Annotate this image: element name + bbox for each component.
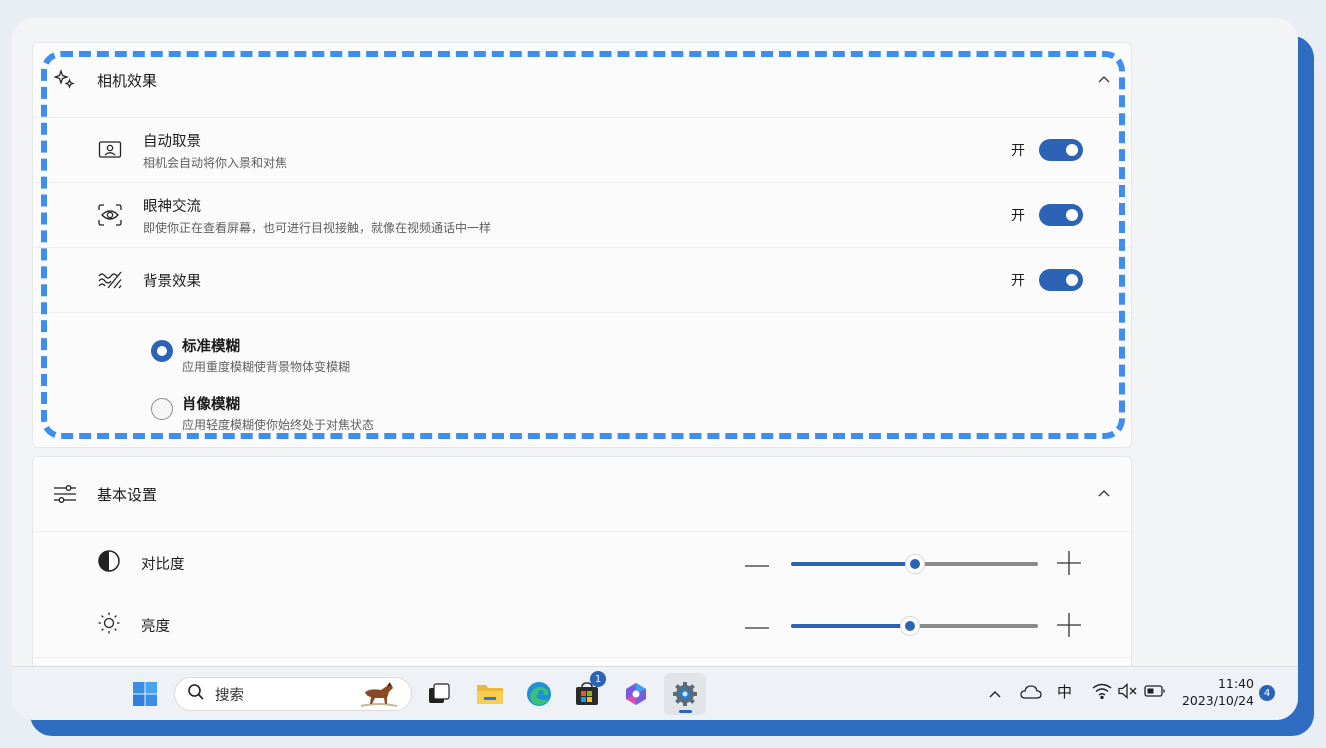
background-effects-toggle[interactable]: [1039, 269, 1083, 291]
task-view-icon[interactable]: [424, 679, 454, 709]
notification-badge[interactable]: 4: [1259, 685, 1275, 701]
plus-icon[interactable]: [1057, 551, 1081, 575]
background-effects-row: 背景效果 开: [33, 247, 1131, 312]
auto-framing-row: 自动取景 相机会自动将你入景和对焦 开: [33, 117, 1131, 182]
contrast-slider[interactable]: [791, 554, 1038, 574]
onedrive-cloud-icon[interactable]: [1020, 685, 1042, 703]
search-placeholder: 搜索: [215, 687, 244, 704]
edge-icon[interactable]: [524, 679, 554, 709]
file-explorer-icon[interactable]: [475, 679, 505, 709]
search-icon: [187, 683, 205, 705]
wifi-icon[interactable]: [1092, 683, 1112, 703]
minus-icon[interactable]: [745, 616, 769, 640]
contrast-row: 对比度: [33, 532, 1131, 594]
brightness-slider[interactable]: [791, 616, 1038, 636]
store-badge: 1: [590, 671, 606, 687]
standard-blur-option[interactable]: 标准模糊 应用重度模糊使背景物体变模糊: [151, 335, 350, 375]
contrast-slider-thumb[interactable]: [904, 554, 925, 574]
contrast-slider-fill: [791, 562, 915, 566]
eye-contact-state-label: 开: [1011, 208, 1025, 224]
settings-window: 相机效果 自动取景 相机会自动将你入景和对焦 开 眼神交流 即使你正在查看屏幕，…: [12, 18, 1298, 720]
standard-blur-title: 标准模糊: [182, 339, 240, 355]
brightness-icon: [97, 611, 121, 639]
portrait-blur-title: 肖像模糊: [182, 397, 240, 413]
eye-contact-title: 眼神交流: [143, 198, 201, 215]
copilot-icon[interactable]: [621, 679, 651, 709]
battery-icon[interactable]: [1144, 684, 1166, 702]
brightness-slider-fill: [791, 624, 910, 628]
basic-settings-title: 基本设置: [97, 485, 158, 504]
standard-blur-radio[interactable]: [151, 340, 173, 362]
brightness-slider-thumb[interactable]: [899, 616, 920, 636]
volume-muted-icon[interactable]: [1118, 683, 1138, 703]
portrait-blur-radio[interactable]: [151, 398, 173, 420]
minus-icon[interactable]: [745, 554, 769, 578]
brightness-row: 亮度: [33, 594, 1131, 656]
horse-icon: [357, 680, 401, 714]
camera-effects-title: 相机效果: [97, 71, 158, 90]
basic-settings-header[interactable]: 基本设置: [33, 457, 1131, 531]
auto-framing-title: 自动取景: [143, 133, 201, 150]
eye-contact-subtitle: 即使你正在查看屏幕，也可进行目视接触，就像在视频通话中一样: [143, 220, 492, 235]
portrait-blur-subtitle: 应用轻度模糊使你始终处于对焦状态: [182, 418, 375, 432]
windows-start-icon[interactable]: [130, 679, 160, 709]
auto-framing-subtitle: 相机会自动将你入景和对焦: [143, 155, 288, 170]
clock-time: 11:40: [1217, 676, 1254, 691]
background-effects-state-label: 开: [1011, 273, 1025, 289]
portrait-blur-option[interactable]: 肖像模糊 应用轻度模糊使你始终处于对焦状态: [151, 393, 374, 433]
background-effects-title: 背景效果: [143, 273, 201, 290]
auto-framing-toggle[interactable]: [1039, 139, 1083, 161]
background-effects-icon: [97, 267, 123, 293]
brightness-label: 亮度: [141, 618, 170, 635]
standard-blur-subtitle: 应用重度模糊使背景物体变模糊: [182, 360, 351, 374]
settings-gear-icon[interactable]: [670, 679, 700, 709]
eye-contact-toggle[interactable]: [1039, 204, 1083, 226]
camera-effects-header[interactable]: 相机效果: [33, 43, 1131, 117]
taskbar: 搜索 1 中 11:40 2023/10/24 4: [12, 666, 1298, 720]
chevron-up-icon[interactable]: [1095, 485, 1113, 503]
plus-icon[interactable]: [1057, 613, 1081, 637]
contrast-label: 对比度: [141, 556, 185, 573]
auto-framing-icon: [97, 137, 123, 163]
camera-effects-panel: 相机效果 自动取景 相机会自动将你入景和对焦 开 眼神交流 即使你正在查看屏幕，…: [32, 42, 1132, 448]
auto-framing-state-label: 开: [1011, 143, 1025, 159]
chevron-up-tray-icon[interactable]: [988, 685, 1002, 703]
active-app-indicator: [679, 710, 692, 713]
sliders-icon: [53, 482, 77, 506]
ime-indicator[interactable]: 中: [1057, 681, 1072, 702]
taskbar-search[interactable]: 搜索: [174, 677, 412, 711]
clock-date: 2023/10/24: [1181, 693, 1254, 708]
sparkle-icon: [53, 68, 77, 92]
system-clock[interactable]: 11:40 2023/10/24: [1176, 675, 1254, 709]
contrast-icon: [97, 549, 121, 577]
eye-contact-row: 眼神交流 即使你正在查看屏幕，也可进行目视接触，就像在视频通话中一样 开: [33, 182, 1131, 247]
chevron-up-icon[interactable]: [1095, 71, 1113, 89]
eye-contact-icon: [97, 202, 123, 228]
